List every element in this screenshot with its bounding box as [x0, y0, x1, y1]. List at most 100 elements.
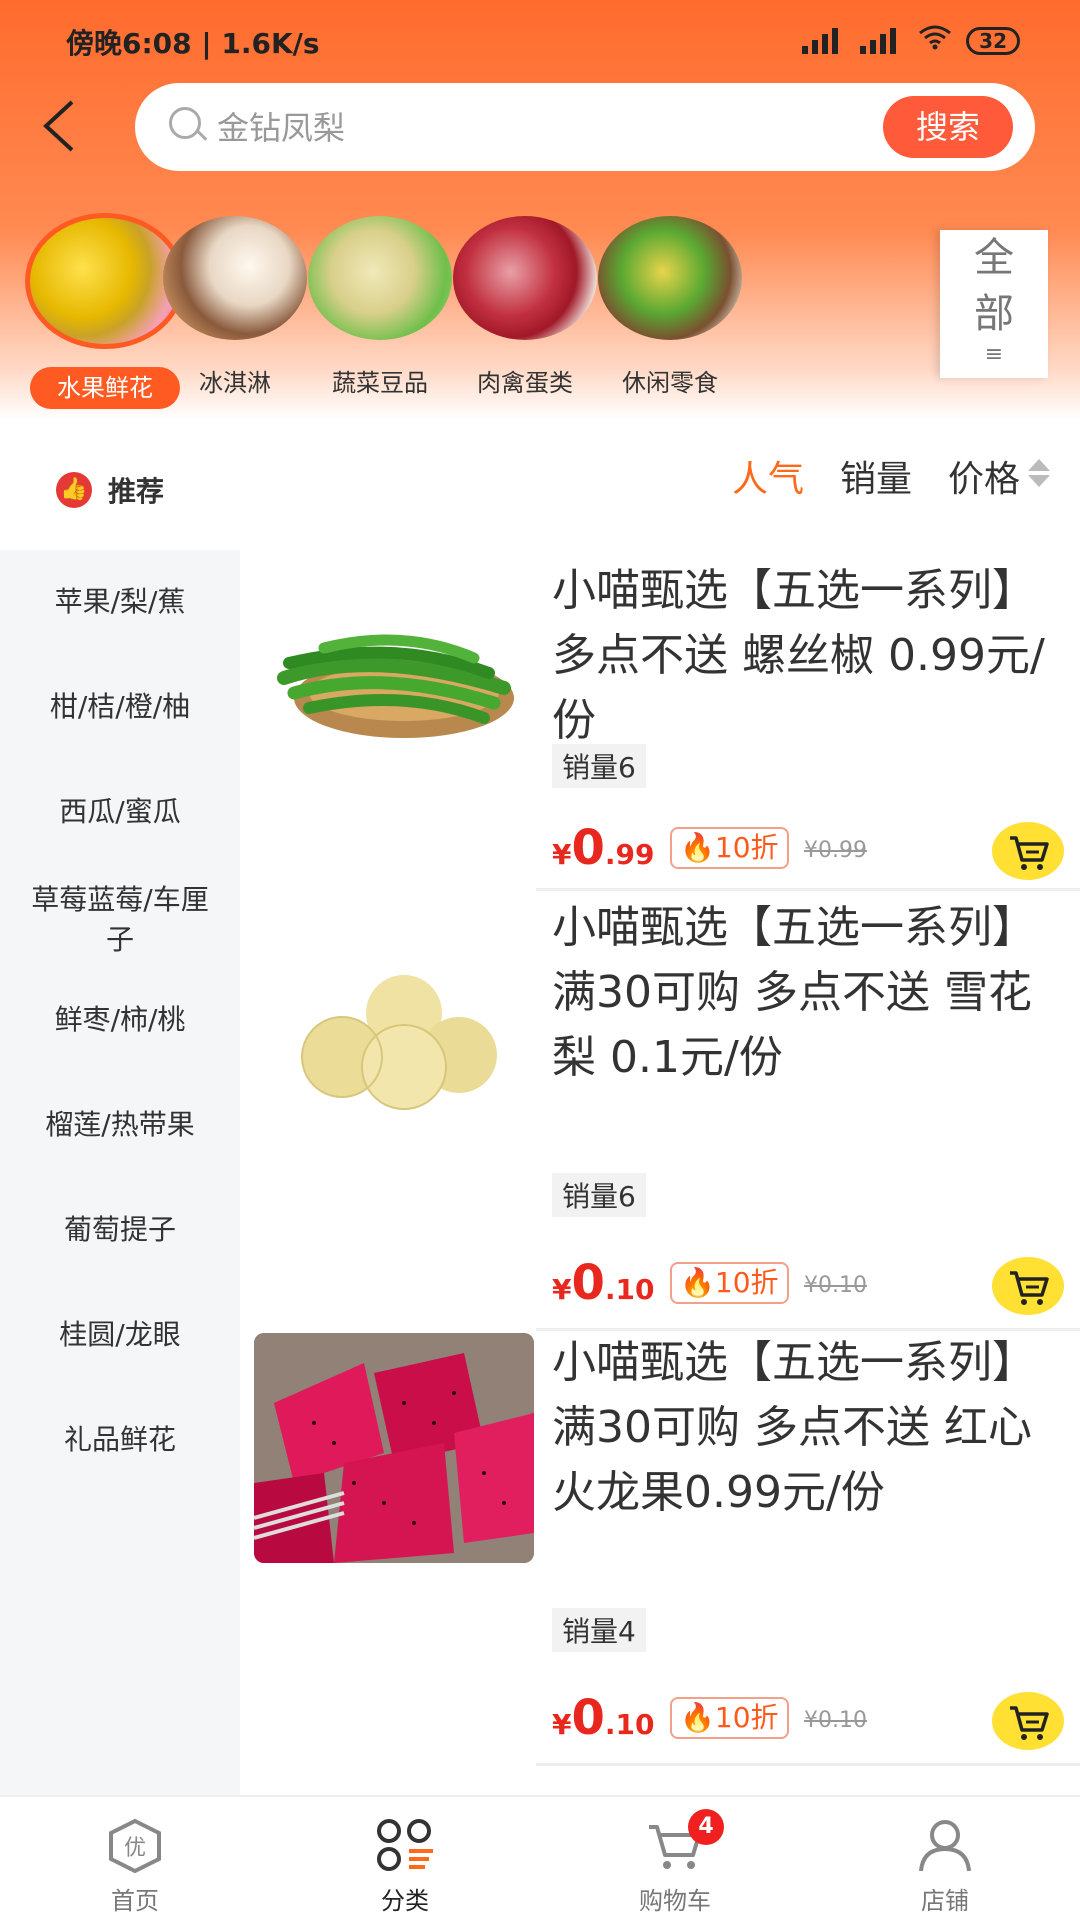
green-peppers-image: [254, 568, 534, 798]
home-icon-glyph: 优: [124, 1836, 146, 1861]
status-bar: 傍晚6:08 | 1.6K/s 32: [0, 0, 1080, 84]
product-card[interactable]: 小喵甄选【五选一系列】满30可购 多点不送 雪花梨 0.1元/份 销量6 ¥0.…: [240, 895, 1080, 1331]
sort-price[interactable]: 价格: [948, 450, 1050, 502]
product-price: ¥0.99: [552, 820, 655, 876]
sort-options: 人气 销量 价格: [732, 450, 1050, 502]
recommend-text: 推荐: [108, 475, 165, 508]
category-strip: 水果鲜花 冰淇淋 蔬菜豆品 肉禽蛋类 休闲零食: [0, 210, 1080, 410]
price-int: 0: [571, 1255, 605, 1311]
cart-icon: [1010, 1271, 1049, 1305]
back-button[interactable]: [38, 96, 88, 156]
category-image-bamboo-shoots: [308, 216, 452, 340]
status-time: 傍晚6:08 | 1.6K/s: [66, 27, 320, 60]
category-image-ice-cream: [163, 216, 307, 340]
original-price: ¥0.99: [804, 838, 867, 863]
discount-text: 10折: [714, 1266, 779, 1299]
sort-sales[interactable]: 销量: [840, 450, 912, 502]
thumbs-up-icon: 👍: [56, 472, 92, 508]
search-button[interactable]: 搜索: [883, 96, 1013, 158]
category-image-snacks: [598, 216, 742, 340]
discount-text: 10折: [714, 831, 779, 864]
product-title: 小喵甄选【五选一系列】满30可购 多点不送 红心火龙果0.99元/份: [552, 1337, 1036, 1518]
flame-icon: 🔥: [680, 1266, 715, 1299]
tab-label: 分类: [381, 1887, 429, 1915]
flame-icon: 🔥: [680, 831, 715, 864]
tab-category[interactable]: 分类: [270, 1797, 540, 1922]
wifi-icon: [918, 24, 952, 57]
original-price: ¥0.10: [804, 1273, 867, 1298]
sidebar-item-apple-pear-banana[interactable]: 苹果/梨/蕉: [0, 582, 240, 622]
category-icon: [375, 1817, 435, 1873]
sidebar-item-longan[interactable]: 桂圆/龙眼: [0, 1315, 240, 1355]
status-icons: 32: [802, 24, 1020, 57]
tab-label: 购物车: [639, 1887, 711, 1915]
product-title: 小喵甄选【五选一系列】满30可购 多点不送 雪花梨 0.1元/份: [552, 902, 1036, 1083]
product-sales: 销量6: [552, 1173, 646, 1217]
tab-label: 首页: [111, 1887, 159, 1915]
all-label-line1: 全: [974, 235, 1014, 281]
add-to-cart-button[interactable]: [992, 822, 1064, 880]
product-price: ¥0.10: [552, 1690, 655, 1746]
tab-shop[interactable]: 店铺: [810, 1797, 1080, 1922]
category-label: 休闲零食: [622, 369, 718, 397]
tab-label: 店铺: [921, 1887, 969, 1915]
cart-icon: [1010, 836, 1049, 870]
menu-lines-icon: ≡: [984, 342, 1004, 367]
shop-user-icon: [915, 1817, 975, 1873]
sidebar-item-melons[interactable]: 西瓜/蜜瓜: [0, 792, 240, 832]
back-arrow-icon: [43, 100, 74, 152]
sort-row: 👍 推荐 人气 销量 价格: [0, 420, 1080, 550]
add-to-cart-button[interactable]: [992, 1692, 1064, 1750]
category-image-meat: [453, 216, 597, 340]
sidebar-item-grapes[interactable]: 葡萄提子: [0, 1210, 240, 1250]
cart-count-badge: 4: [688, 1809, 724, 1845]
price-symbol: ¥: [552, 838, 572, 871]
product-card[interactable]: 小喵甄选【五选一系列】满30可购 多点不送 红心火龙果0.99元/份 销量4 ¥…: [240, 1330, 1080, 1766]
battery-indicator: 32: [966, 26, 1020, 55]
all-categories-button[interactable]: 全 部 ≡: [940, 230, 1048, 378]
dragon-fruit-image: [254, 1333, 534, 1563]
sidebar-item-durian-tropical[interactable]: 榴莲/热带果: [0, 1105, 240, 1145]
sidebar-item-citrus[interactable]: 柑/桔/橙/柚: [0, 687, 240, 727]
sidebar: 苹果/梨/蕉 柑/桔/橙/柚 西瓜/蜜瓜 草莓蓝莓/车厘子 鲜枣/柿/桃 榴莲/…: [0, 550, 240, 1795]
price-symbol: ¥: [552, 1273, 572, 1306]
sort-price-label: 价格: [947, 459, 1020, 500]
search-input[interactable]: 金钻凤梨: [217, 103, 345, 149]
add-to-cart-button[interactable]: [992, 1257, 1064, 1315]
product-card[interactable]: 小喵甄选【五选一系列】多点不送 螺丝椒 0.99元/份 销量6 ¥0.99 🔥1…: [240, 550, 1080, 895]
product-sales: 销量4: [552, 1608, 646, 1652]
sidebar-item-dates-persimmon-peach[interactable]: 鲜枣/柿/桃: [0, 1000, 240, 1040]
price-int: 0: [571, 1690, 605, 1746]
home-icon: 优: [105, 1817, 165, 1874]
price-int: 0: [571, 820, 605, 876]
sort-popular[interactable]: 人气: [732, 450, 804, 502]
bottom-tab-bar: 优 首页 分类 4 购物车 店铺: [0, 1795, 1080, 1922]
tab-home[interactable]: 优 首页: [0, 1797, 270, 1922]
all-label-line2: 部: [974, 291, 1014, 337]
product-price: ¥0.10: [552, 1255, 655, 1311]
product-title: 小喵甄选【五选一系列】多点不送 螺丝椒 0.99元/份: [552, 565, 1045, 746]
sidebar-item-gift-flowers[interactable]: 礼品鲜花: [0, 1420, 240, 1460]
signal-icon-2: [860, 27, 904, 54]
discount-badge: 🔥10折: [670, 827, 789, 869]
price-dec: .10: [604, 1708, 655, 1741]
discount-badge: 🔥10折: [670, 1262, 789, 1304]
price-symbol: ¥: [552, 1708, 572, 1741]
product-sales: 销量6: [552, 744, 646, 788]
discount-text: 10折: [714, 1701, 779, 1734]
divider: [536, 1763, 1080, 1766]
recommend-label[interactable]: 👍 推荐: [56, 470, 164, 510]
original-price: ¥0.10: [804, 1708, 867, 1733]
sort-arrows-icon: [1028, 455, 1050, 491]
divider: [536, 888, 1080, 891]
cart-icon: [1010, 1706, 1049, 1740]
search-bar[interactable]: 金钻凤梨 搜索: [135, 83, 1035, 171]
signal-icon: [802, 27, 846, 54]
search-icon: [169, 107, 201, 139]
tab-cart[interactable]: 4 购物车: [540, 1797, 810, 1922]
snow-pears-image: [254, 925, 534, 1155]
flame-icon: 🔥: [680, 1701, 715, 1734]
category-snacks[interactable]: 休闲零食: [585, 210, 755, 404]
sidebar-item-berries-cherries[interactable]: 草莓蓝莓/车厘子: [0, 880, 240, 960]
discount-badge: 🔥10折: [670, 1697, 789, 1739]
